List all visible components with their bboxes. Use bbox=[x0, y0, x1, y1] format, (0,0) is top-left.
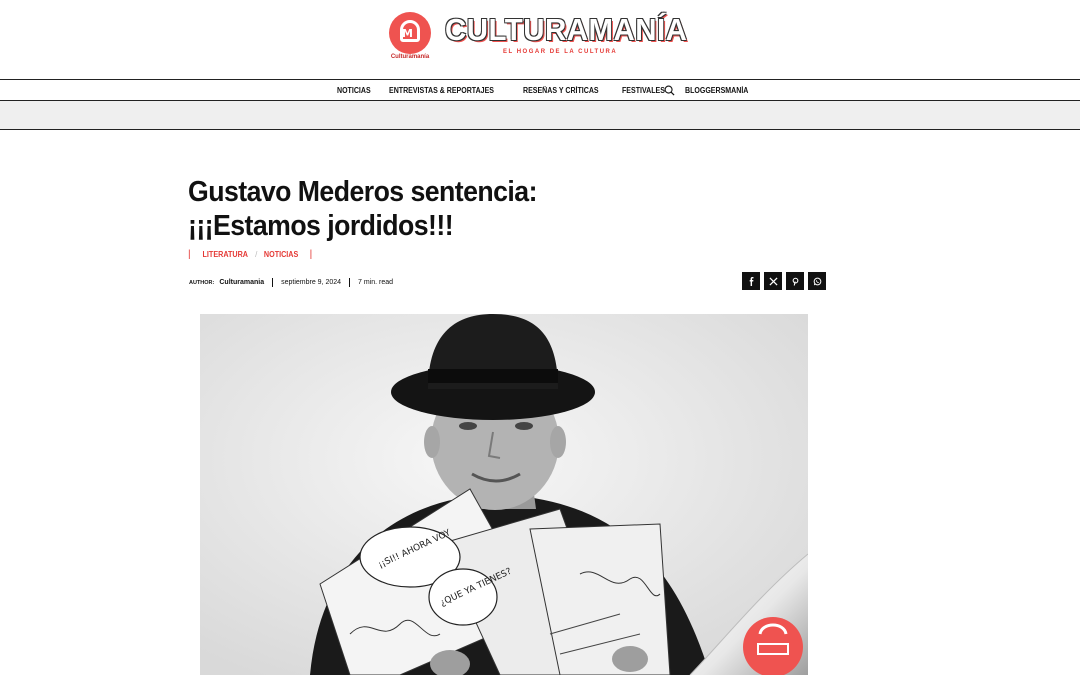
facebook-icon bbox=[749, 276, 753, 286]
site-header: M Culturamanía CULTURAMANÍA EL HOGAR DE … bbox=[0, 0, 1080, 80]
meta-divider bbox=[349, 278, 351, 287]
whatsapp-icon bbox=[813, 277, 821, 285]
share-facebook-button[interactable] bbox=[742, 272, 760, 290]
site-brand-name[interactable]: CULTURAMANÍA bbox=[445, 12, 687, 48]
meta-divider bbox=[272, 278, 274, 287]
category-divider: | bbox=[188, 249, 191, 260]
x-icon bbox=[768, 276, 778, 286]
nav-item-bloggersmania[interactable]: BLOGGERSMANÍA bbox=[685, 86, 748, 95]
featured-photo-illustration: ¡¡SI!! AHORA VOY ¿QUE YA TIENES? bbox=[200, 314, 808, 675]
nav-item-resenas[interactable]: RESEÑAS Y CRÍTICAS bbox=[523, 86, 599, 95]
nav-item-noticias[interactable]: NOTICIAS bbox=[337, 86, 371, 95]
category-link-literatura[interactable]: LITERATURA bbox=[202, 250, 247, 259]
category-divider: | bbox=[309, 249, 313, 260]
article-meta: AUTHOR: Culturamania septiembre 9, 2024 … bbox=[189, 278, 393, 287]
site-logo[interactable]: M bbox=[389, 12, 431, 54]
logo-mark-icon: M bbox=[389, 12, 431, 54]
main-navigation: NOTICIAS ENTREVISTAS & REPORTAJES RESEÑA… bbox=[0, 79, 1080, 101]
article-categories: | LITERATURA / NOTICIAS | bbox=[188, 249, 312, 260]
ad-banner-strip bbox=[0, 101, 1080, 130]
read-time: 7 min. read bbox=[358, 279, 394, 286]
article-title: Gustavo Mederos sentencia: ¡¡¡Estamos jo… bbox=[188, 176, 537, 242]
site-tagline: EL HOGAR DE LA CULTURA bbox=[503, 49, 618, 55]
category-separator: / bbox=[255, 250, 258, 259]
featured-image[interactable]: ¡¡SI!! AHORA VOY ¿QUE YA TIENES? bbox=[200, 314, 808, 675]
share-x-button[interactable] bbox=[764, 272, 782, 290]
search-icon[interactable] bbox=[664, 85, 675, 96]
logo-caption: Culturamanía bbox=[390, 54, 430, 60]
pinterest-icon bbox=[792, 277, 798, 286]
share-buttons bbox=[742, 272, 826, 290]
author-link[interactable]: Culturamania bbox=[219, 279, 264, 286]
author-label: AUTHOR: bbox=[189, 279, 215, 286]
category-link-noticias[interactable]: NOTICIAS bbox=[264, 250, 298, 259]
share-pinterest-button[interactable] bbox=[786, 272, 804, 290]
nav-item-entrevistas[interactable]: ENTREVISTAS & REPORTAJES bbox=[389, 86, 494, 95]
share-whatsapp-button[interactable] bbox=[808, 272, 826, 290]
nav-item-festivales[interactable]: FESTIVALES bbox=[622, 86, 665, 95]
publish-date: septiembre 9, 2024 bbox=[281, 279, 342, 286]
